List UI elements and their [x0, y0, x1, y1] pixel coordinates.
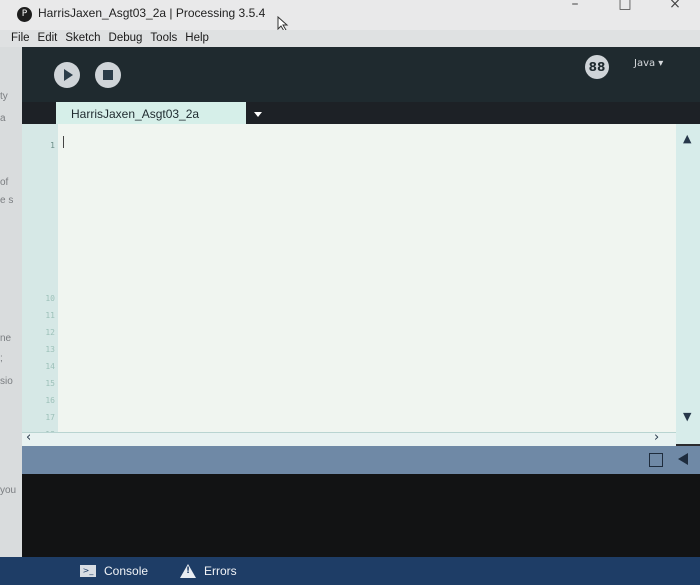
menu-tools[interactable]: Tools: [146, 30, 181, 47]
line-number: 15: [45, 379, 55, 388]
text-caret: [63, 136, 64, 148]
scroll-left-icon[interactable]: ‹: [26, 430, 31, 445]
window-title: HarrisJaxen_Asgt03_2a | Processing 3.5.4: [38, 6, 266, 20]
scroll-right-icon[interactable]: ›: [654, 430, 659, 445]
tab-console[interactable]: >_ Console: [80, 561, 148, 581]
code-editor: 1 10 11 12 13 14 15 16 17 18 ▲ ▼: [22, 124, 700, 444]
horizontal-scrollbar[interactable]: ‹ ›: [22, 430, 676, 447]
menu-edit[interactable]: Edit: [34, 30, 62, 47]
collapse-arrow-icon[interactable]: [678, 453, 688, 465]
line-number: 11: [45, 311, 55, 320]
menu-bar: File Edit Sketch Debug Tools Help: [0, 30, 700, 47]
errors-label: Errors: [204, 564, 237, 578]
background-text-fragment: ne: [0, 333, 12, 344]
line-number: 10: [45, 294, 55, 303]
debug-button[interactable]: 88: [585, 55, 609, 79]
tab-sketch-label: HarrisJaxen_Asgt03_2a: [71, 107, 200, 121]
line-number: 14: [45, 362, 55, 371]
console-label: Console: [104, 564, 149, 578]
tab-menu-arrow-icon[interactable]: [254, 112, 262, 117]
background-text-fragment: you: [0, 485, 17, 496]
console-icon: >_: [80, 565, 96, 577]
tab-errors[interactable]: Errors: [180, 561, 237, 581]
close-button[interactable]: ×: [650, 0, 700, 12]
warning-icon: [180, 564, 196, 578]
code-text-area[interactable]: [58, 124, 676, 444]
status-bar: [22, 446, 700, 474]
line-number-gutter: 1 10 11 12 13 14 15 16 17 18: [22, 124, 58, 444]
background-text-fragment: e s: [0, 195, 14, 206]
scroll-up-icon[interactable]: ▲: [683, 132, 691, 145]
vertical-scrollbar[interactable]: ▲ ▼: [676, 124, 700, 444]
background-text-fragment: ;: [0, 353, 3, 364]
window-controls: – □ ×: [550, 0, 700, 12]
minimize-button[interactable]: –: [550, 0, 600, 12]
line-number: 17: [45, 413, 55, 422]
menu-sketch[interactable]: Sketch: [61, 30, 104, 47]
console-output: [22, 474, 700, 557]
line-number: 12: [45, 328, 55, 337]
processing-app-icon: P: [17, 7, 32, 22]
background-text-fragment: sio: [0, 376, 13, 387]
tab-row: HarrisJaxen_Asgt03_2a: [22, 102, 700, 124]
run-button[interactable]: [54, 62, 80, 88]
line-number: 16: [45, 396, 55, 405]
menu-help[interactable]: Help: [181, 30, 213, 47]
footer-bar: >_ Console Errors: [0, 557, 700, 585]
menu-file[interactable]: File: [0, 30, 34, 47]
line-number: 13: [45, 345, 55, 354]
background-text-fragment: a: [0, 113, 6, 124]
background-text-fragment: of: [0, 177, 9, 188]
tab-sketch[interactable]: HarrisJaxen_Asgt03_2a: [56, 102, 246, 124]
window-titlebar: P HarrisJaxen_Asgt03_2a | Processing 3.5…: [0, 0, 700, 32]
mode-selector[interactable]: Java ▾: [634, 58, 663, 69]
background-window-strip: ty a of e s ne ; sio you: [0, 47, 22, 557]
menu-debug[interactable]: Debug: [105, 30, 147, 47]
stop-button[interactable]: [95, 62, 121, 88]
toolbar: 88 Java ▾: [22, 47, 700, 102]
line-number: 1: [50, 141, 55, 150]
maximize-button[interactable]: □: [600, 0, 650, 12]
scroll-down-icon[interactable]: ▼: [683, 410, 691, 423]
background-text-fragment: ty: [0, 91, 8, 102]
status-notes-icon[interactable]: [649, 453, 663, 467]
